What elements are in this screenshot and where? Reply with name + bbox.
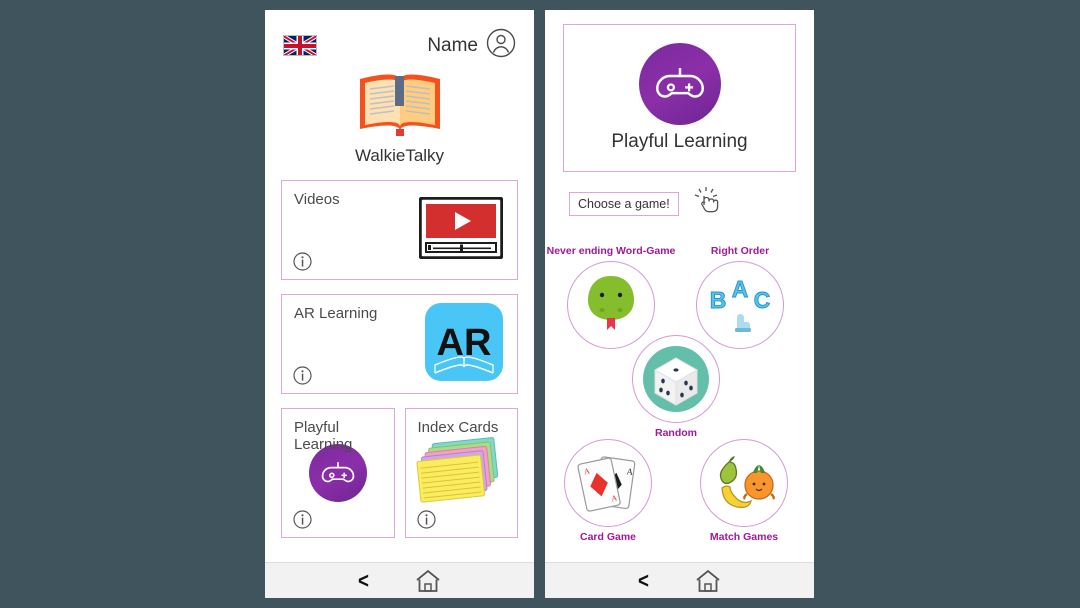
card-playful-learning-label: Playful Learning — [294, 419, 353, 453]
card-playful-learning[interactable]: Playful Learning — [281, 408, 395, 538]
game-never-ending-word-game[interactable]: Never ending Word-Game — [547, 245, 675, 349]
ar-app-icon: AR — [425, 302, 503, 386]
left-phone-screen: Name WalkieTalky Videos AR Learning AR P… — [265, 10, 534, 562]
videos-card-row: Videos — [265, 180, 534, 280]
dice-icon — [632, 335, 720, 423]
left-header: Name — [265, 10, 534, 63]
card-index-cards-label: Index Cards — [417, 419, 499, 436]
profile-button[interactable]: Name — [427, 28, 516, 63]
game-card-game[interactable]: A A A A Card Game — [556, 439, 660, 543]
choose-game-row: Choose a game! — [569, 186, 814, 221]
game-label: Random — [655, 427, 697, 439]
info-icon[interactable] — [416, 510, 436, 529]
game-label: Never ending Word-Game — [546, 245, 676, 257]
info-icon[interactable] — [293, 252, 312, 271]
ar-card-row: AR Learning AR — [265, 294, 534, 394]
card-ar-learning-label: AR Learning — [294, 305, 378, 322]
game-label: Card Game — [579, 531, 637, 543]
phone-right: Playful Learning Choose a game! Never en… — [543, 8, 816, 600]
index-cards-icon — [413, 435, 509, 512]
info-icon[interactable] — [293, 510, 312, 529]
card-videos[interactable]: Videos — [281, 180, 518, 280]
tap-hand-icon — [693, 186, 721, 221]
game-label: Right Order — [710, 245, 770, 257]
card-ar-learning[interactable]: AR Learning AR — [281, 294, 518, 394]
right-navbar: < — [545, 562, 814, 598]
open-book-icon — [354, 67, 446, 144]
playful-learning-header: Playful Learning — [563, 24, 796, 172]
svg-text:B: B — [710, 287, 727, 313]
uk-flag-icon[interactable] — [283, 35, 317, 56]
profile-name-label: Name — [427, 34, 478, 56]
video-player-icon — [418, 195, 504, 264]
app-title: WalkieTalky — [354, 146, 445, 165]
card-index-cards[interactable]: Index Cards — [404, 408, 518, 538]
half-cards-row: Playful Learning Index Cards — [265, 408, 534, 538]
app-brand: WalkieTalky — [265, 67, 534, 166]
left-navbar: < — [265, 562, 534, 598]
back-icon[interactable]: < — [638, 569, 649, 592]
playing-cards-icon: A A A A — [564, 439, 652, 527]
phone-left: Name WalkieTalky Videos AR Learning AR P… — [263, 8, 536, 600]
playful-learning-title: Playful Learning — [611, 131, 748, 152]
game-label: Match Games — [709, 531, 779, 543]
game-match-games[interactable]: Match Games — [692, 439, 796, 543]
user-avatar-icon — [486, 28, 516, 63]
svg-text:A: A — [732, 276, 749, 302]
back-icon[interactable]: < — [358, 569, 369, 592]
game-right-order[interactable]: B A C Right Order — [688, 245, 792, 349]
fruits-icon — [700, 439, 788, 527]
home-icon[interactable] — [414, 568, 442, 594]
choose-a-game-button[interactable]: Choose a game! — [569, 191, 679, 216]
card-videos-label: Videos — [294, 191, 340, 208]
svg-text:C: C — [754, 287, 771, 313]
games-grid: Never ending Word-Game B A C Right Order — [545, 235, 814, 562]
right-phone-screen: Playful Learning Choose a game! Never en… — [545, 10, 814, 562]
gamepad-icon — [638, 43, 721, 125]
home-icon[interactable] — [694, 568, 722, 594]
info-icon[interactable] — [293, 366, 312, 385]
game-random[interactable]: Random — [624, 335, 728, 439]
